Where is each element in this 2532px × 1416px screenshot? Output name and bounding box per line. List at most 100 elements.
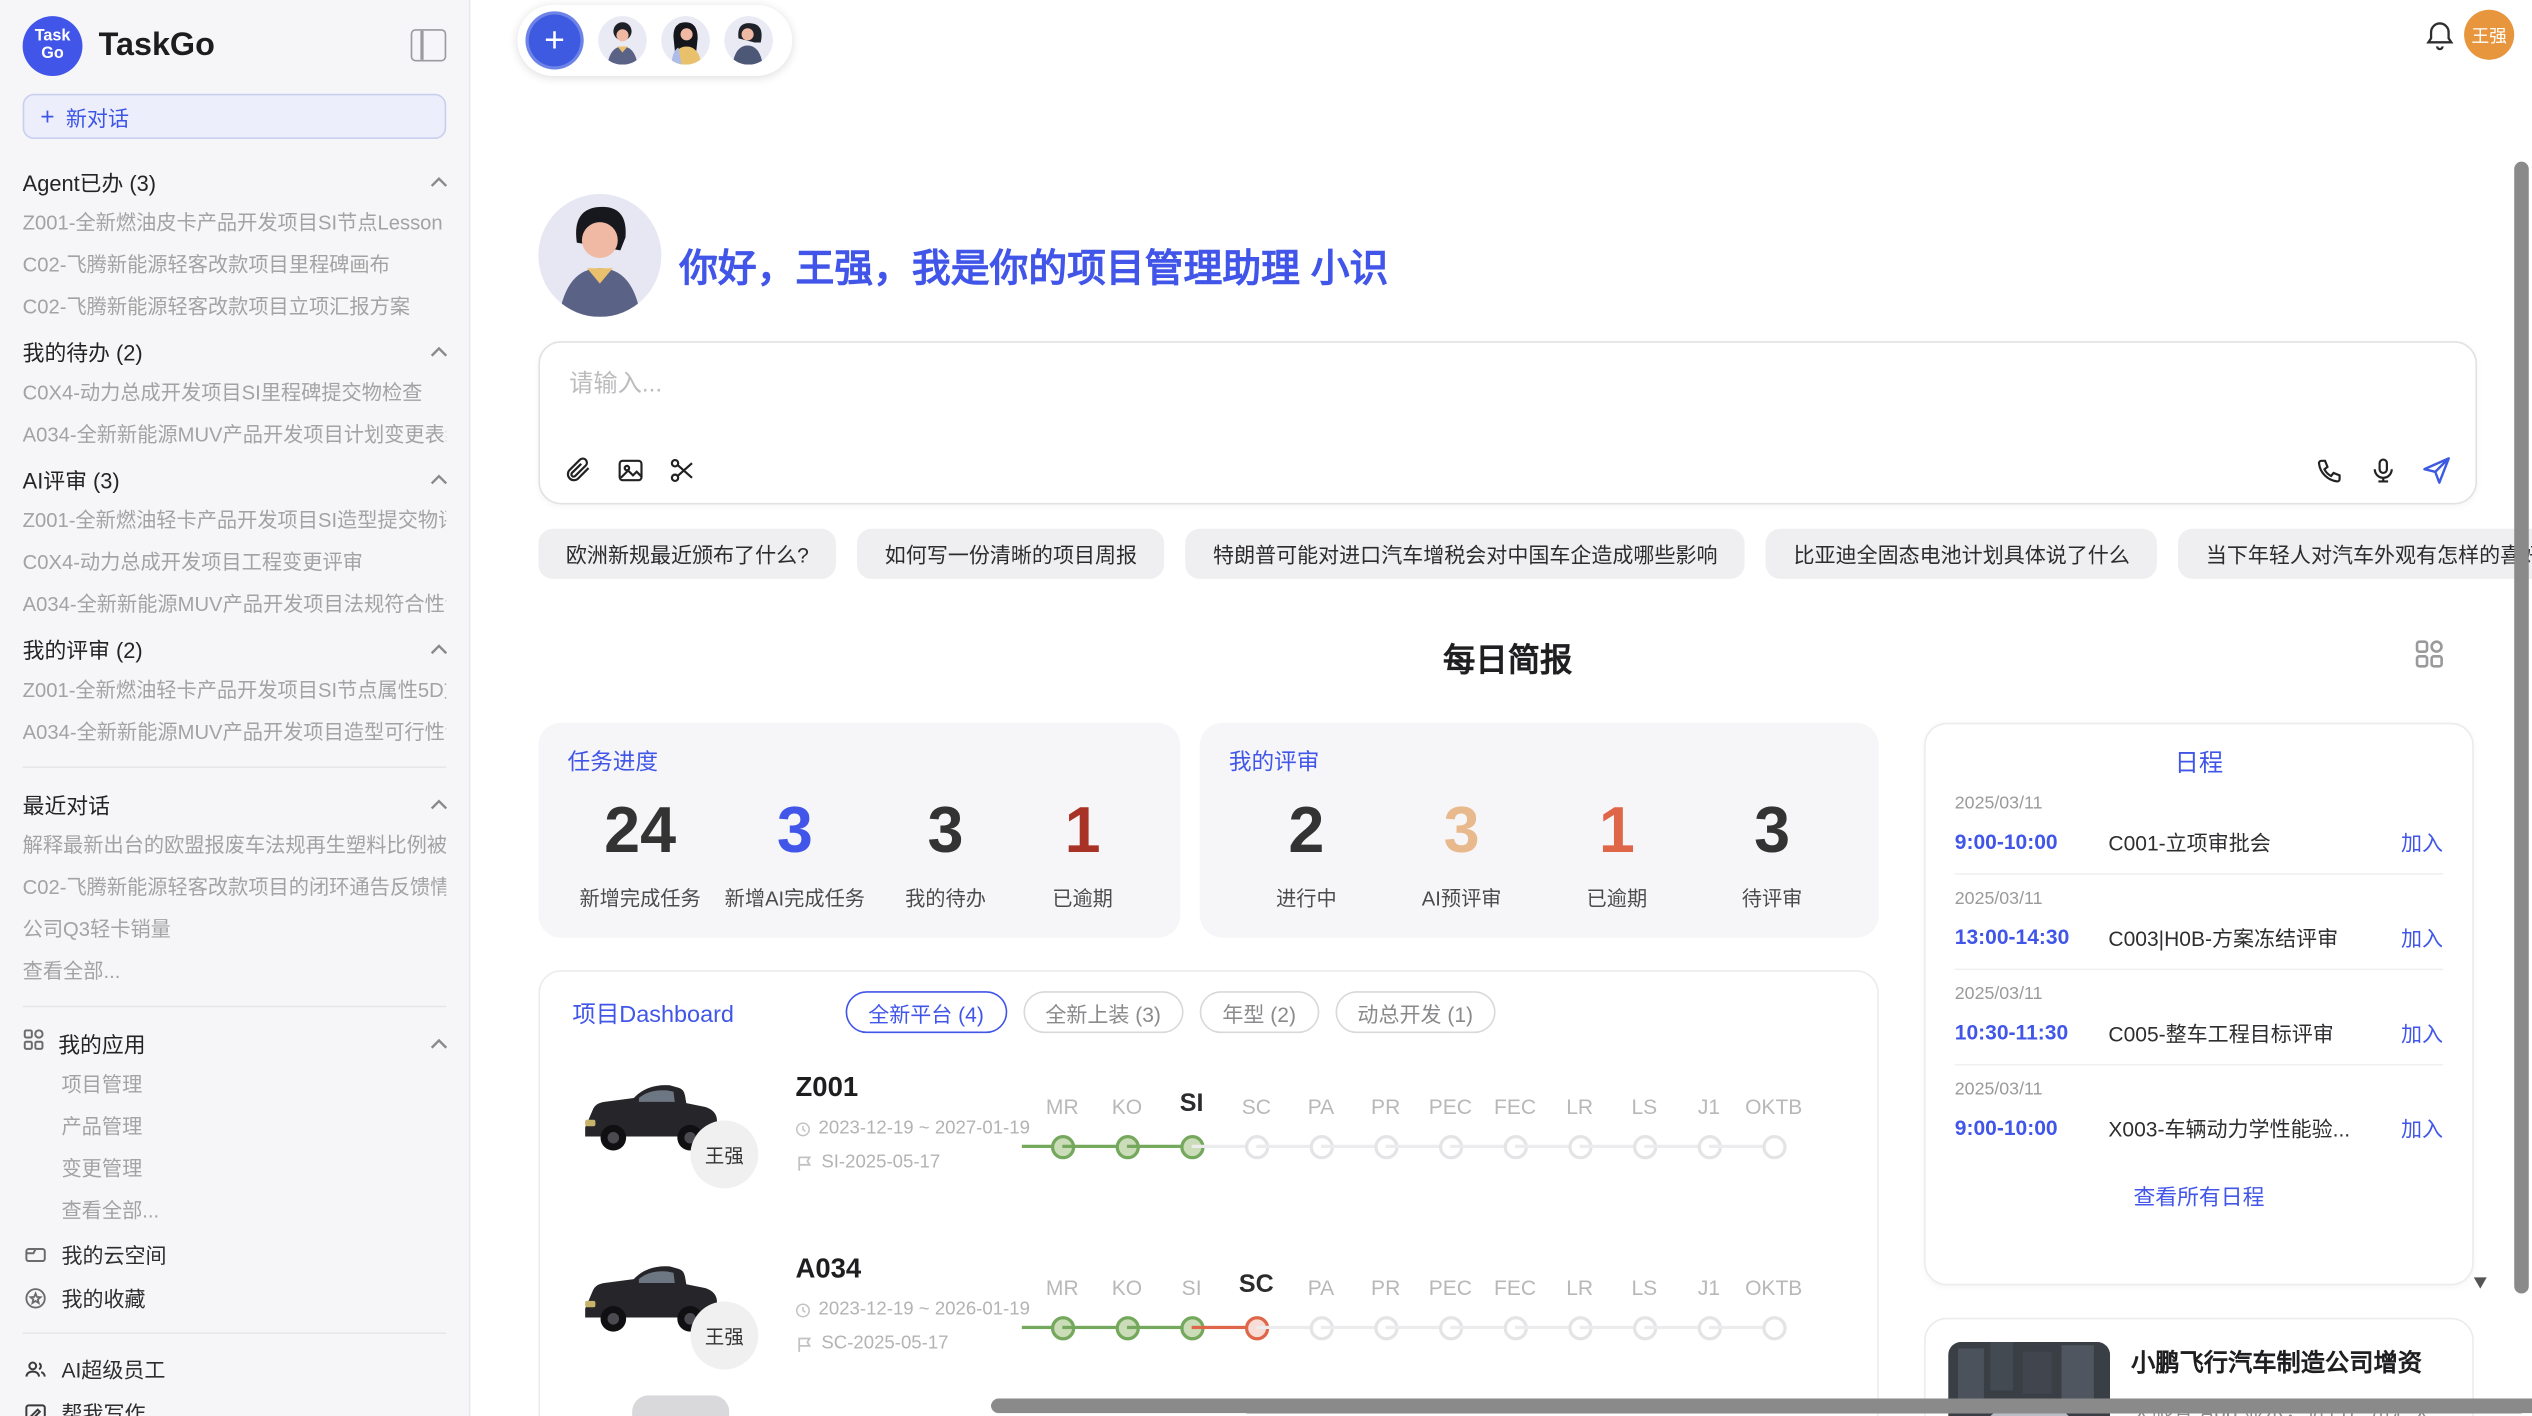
sidebar-section-header[interactable]: Agent已办 (3) — [23, 158, 447, 202]
add-agent-button[interactable]: + — [525, 11, 583, 69]
join-button[interactable]: 加入 — [2401, 1017, 2443, 1048]
attach-image-icon[interactable] — [614, 454, 646, 486]
date-range-text: 2023-12-19 ~ 2026-01-19 — [819, 1300, 1030, 1319]
sidebar-item[interactable]: A034-全新新能源MUV产品开发项目法规符合性评审 — [23, 584, 447, 626]
join-button[interactable]: 加入 — [2401, 922, 2443, 953]
chevron-up-icon[interactable] — [430, 345, 446, 355]
sidebar-item-star[interactable]: 我的收藏 — [23, 1276, 447, 1320]
horizontal-scrollbar[interactable] — [988, 1395, 2532, 1416]
vertical-scrollbar[interactable] — [2511, 91, 2532, 1396]
sidebar-item[interactable]: Z001-全新燃油皮卡产品开发项目SI节点Lesson Learn报告 — [23, 202, 447, 244]
chevron-up-icon[interactable] — [430, 643, 446, 653]
sidebar-item[interactable]: Z001-全新燃油轻卡产品开发项目SI造型提交物评审 — [23, 500, 447, 542]
agent-avatar-2[interactable] — [661, 16, 710, 65]
person-icon — [724, 16, 773, 65]
dashboard-filter-chip[interactable]: 全新上装 (3) — [1023, 991, 1184, 1033]
screenshot-scissors-icon[interactable] — [666, 454, 698, 486]
sidebar-item-write[interactable]: 帮我写作 — [23, 1390, 447, 1416]
chevron-up-icon[interactable] — [430, 1037, 446, 1047]
sidebar-item[interactable]: A034-全新新能源MUV产品开发项目计划变更表编写 — [23, 414, 447, 456]
sidebar-item[interactable]: C02-飞腾新能源轻客改款项目的闭环通告反馈情况 — [23, 867, 447, 909]
stat-label: 我的待办 — [905, 881, 986, 912]
dashboard-filter-chip[interactable]: 全新平台 (4) — [846, 991, 1007, 1033]
event-title: C003|H0B-方案冻结评审 — [2108, 922, 2401, 953]
vertical-scrollbar-thumb[interactable] — [2514, 162, 2529, 1294]
join-button[interactable]: 加入 — [2401, 826, 2443, 857]
sidebar-item[interactable]: 查看全部... — [23, 951, 447, 993]
sidebar-item[interactable]: 解释最新出台的欧盟报废车法规再生塑料比例被调至15%... — [23, 825, 447, 867]
suggestion-chip[interactable]: 特朗普可能对进口汽车增税会对中国车企造成哪些影响 — [1186, 529, 1745, 579]
agent-avatar-1[interactable] — [598, 16, 647, 65]
send-icon[interactable] — [2420, 454, 2452, 486]
chevron-up-icon[interactable] — [430, 175, 446, 185]
sidebar-item[interactable]: 查看全部... — [23, 1190, 447, 1232]
sidebar-item[interactable]: C02-飞腾新能源轻客改款项目里程碑画布 — [23, 244, 447, 286]
suggestion-chip[interactable]: 当下年轻人对汽车外观有怎样的喜好趋势 — [2178, 529, 2532, 579]
sidebar-section-header[interactable]: AI评审 (3) — [23, 456, 447, 500]
event-row: 10:30-11:30C005-整车工程目标评审加入 — [1955, 1017, 2443, 1048]
schedule-event: 2025/03/119:00-10:00X003-车辆动力学性能验...加入 — [1955, 1064, 2443, 1159]
sidebar-section-title-text: 我的应用 — [58, 1026, 145, 1058]
chevron-up-icon[interactable] — [430, 473, 446, 483]
person-icon — [661, 16, 710, 65]
milestone-dot[interactable] — [1762, 1134, 1786, 1158]
card-title: 我的评审 — [1229, 745, 1850, 777]
sidebar-item[interactable]: C0X4-动力总成开发项目工程变更评审 — [23, 542, 447, 584]
sidebar-item[interactable]: C02-飞腾新能源轻客改款项目立项汇报方案 — [23, 286, 447, 328]
attach-file-icon[interactable] — [563, 454, 595, 486]
milestone-label: OKTB — [1745, 1080, 1802, 1119]
milestone-label: J1 — [1698, 1261, 1720, 1300]
partial-project-image — [632, 1395, 729, 1416]
sidebar-item[interactable]: 变更管理 — [23, 1148, 447, 1190]
sidebar-item[interactable]: A034-全新新能源MUV产品开发项目造型可行性评审 — [23, 711, 447, 753]
sidebar-item-people[interactable]: AI超级员工 — [23, 1347, 447, 1391]
milestone-label: PEC — [1429, 1080, 1472, 1119]
sidebar-section-header[interactable]: 我的待办 (2) — [23, 328, 447, 372]
milestone-dot[interactable] — [1762, 1315, 1786, 1339]
logo-line1: Task — [35, 27, 71, 45]
chevron-up-icon[interactable] — [430, 798, 446, 808]
horizontal-scrollbar-thumb[interactable] — [991, 1399, 2532, 1414]
sidebar-item[interactable]: C0X4-动力总成开发项目SI里程碑提交物检查 — [23, 372, 447, 414]
dashboard-filter-chip[interactable]: 年型 (2) — [1200, 991, 1319, 1033]
suggestion-chip[interactable]: 如何写一份清晰的项目周报 — [857, 529, 1164, 579]
sidebar-section-header[interactable]: 我的应用 — [23, 1020, 447, 1064]
dashboard-filter-chip[interactable]: 动总开发 (1) — [1335, 991, 1496, 1033]
sidebar-collapse-icon[interactable] — [411, 29, 447, 61]
stat-item: 3AI预评审 — [1405, 794, 1518, 912]
sidebar-item-cloud[interactable]: 我的云空间 — [23, 1232, 447, 1276]
people-icon — [23, 1357, 47, 1381]
sidebar-section-header[interactable]: 我的评审 (2) — [23, 626, 447, 670]
microphone-icon[interactable] — [2367, 454, 2399, 486]
suggestion-chip[interactable]: 比亚迪全固态电池计划具体说了什么 — [1766, 529, 2157, 579]
project-row[interactable]: 王强A0342023-12-19 ~ 2026-01-19SC-2025-05-… — [572, 1243, 1844, 1395]
dashboard-title: 项目Dashboard — [572, 995, 827, 1029]
voice-call-icon[interactable] — [2314, 454, 2346, 486]
new-chat-label: 新对话 — [66, 101, 129, 132]
briefing-title: 每日简报 — [538, 634, 2477, 681]
new-chat-button[interactable]: + 新对话 — [23, 94, 447, 139]
agent-avatar-3[interactable] — [724, 16, 773, 65]
milestone-label: LS — [1631, 1261, 1657, 1300]
stat-label: 已逾期 — [1052, 881, 1113, 912]
sidebar-item[interactable]: 公司Q3轻卡销量 — [23, 909, 447, 951]
plus-icon: + — [40, 104, 54, 128]
project-row[interactable]: 王强Z0012023-12-19 ~ 2027-01-19SI-2025-05-… — [572, 1062, 1844, 1214]
chat-input[interactable] — [566, 362, 2450, 440]
write-icon — [23, 1400, 47, 1416]
view-all-schedule-link[interactable]: 查看所有日程 — [1955, 1159, 2443, 1230]
scroll-down-arrow[interactable] — [2474, 1277, 2487, 1288]
notification-bell-icon[interactable] — [2424, 19, 2456, 51]
user-avatar[interactable]: 王强 — [2464, 10, 2514, 60]
briefing-layout-icon[interactable] — [2414, 639, 2445, 670]
suggestion-chip[interactable]: 欧洲新规最近颁布了什么? — [538, 529, 836, 579]
assistant-avatar — [538, 194, 661, 317]
schedule-event: 2025/03/1110:30-11:30C005-整车工程目标评审加入 — [1955, 968, 2443, 1063]
join-button[interactable]: 加入 — [2401, 1112, 2443, 1143]
stat-item: 3待评审 — [1715, 794, 1828, 912]
sidebar-item[interactable]: 产品管理 — [23, 1106, 447, 1148]
stat-value: 3 — [1444, 794, 1480, 868]
sidebar-section-header[interactable]: 最近对话 — [23, 781, 447, 825]
sidebar-item[interactable]: Z001-全新燃油轻卡产品开发项目SI节点属性5D文件评审 — [23, 669, 447, 711]
sidebar-item[interactable]: 项目管理 — [23, 1064, 447, 1106]
